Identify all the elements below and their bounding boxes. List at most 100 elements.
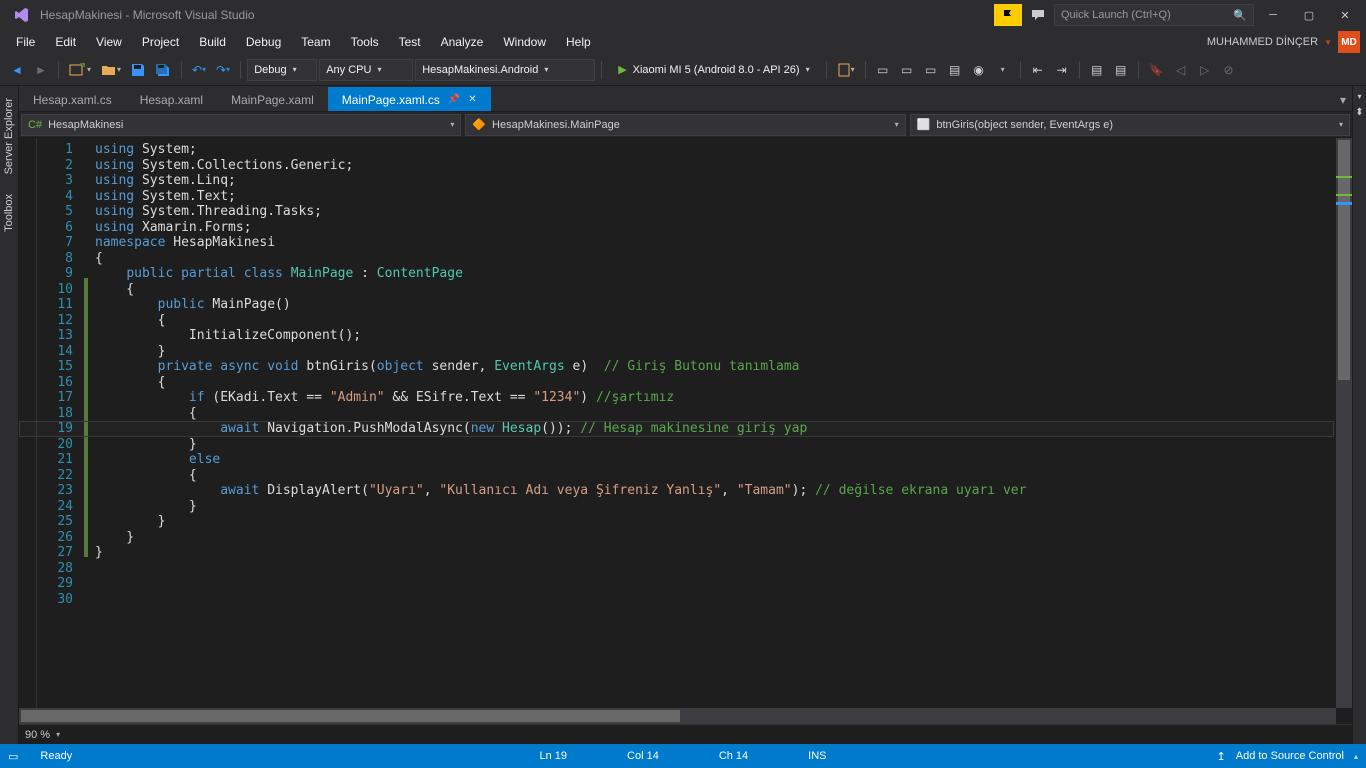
separator — [1138, 61, 1139, 79]
split-icon[interactable]: ⬍ — [1355, 107, 1363, 118]
nav-back-button[interactable]: ◄ — [6, 59, 28, 81]
window-layout-icon[interactable]: ▭ — [8, 750, 18, 763]
tbx2-icon[interactable]: ▭ — [896, 59, 918, 81]
breakpoint-margin[interactable] — [19, 138, 37, 708]
menu-team[interactable]: Team — [291, 32, 340, 52]
doc-tab[interactable]: MainPage.xaml — [217, 87, 328, 111]
indent-out-icon[interactable]: ⇤ — [1027, 59, 1049, 81]
editor-zone: Hesap.xaml.csHesap.xamlMainPage.xamlMain… — [19, 86, 1352, 744]
close-tab-icon[interactable]: ✕ — [468, 94, 476, 105]
start-debug-button[interactable]: ▶Xiaomi MI 5 (Android 8.0 - API 26)▾ — [608, 59, 819, 81]
csharp-project-icon: C# — [28, 119, 42, 131]
separator — [1020, 61, 1021, 79]
statusbar: ▭ Ready Ln 19 Col 14 Ch 14 INS ↥ Add to … — [0, 744, 1366, 768]
nav-fwd-button[interactable]: ► — [30, 59, 52, 81]
vertical-scrollbar[interactable] — [1336, 138, 1352, 708]
user-name: MUHAMMED DİNÇER — [1207, 36, 1318, 48]
user-area[interactable]: MUHAMMED DİNÇER ▼ MD — [1207, 31, 1360, 53]
maximize-button[interactable]: ▢ — [1292, 2, 1326, 28]
horizontal-scrollbar[interactable] — [19, 708, 1336, 724]
nav-member-dropdown[interactable]: ⬜btnGiris(object sender, EventArgs e)▾ — [910, 114, 1350, 136]
device-icon[interactable]: ▾ — [833, 59, 859, 81]
toolbar: ◄ ► ▾ ▾ ↶▾ ↷▾ Debug▾ Any CPU▾ HesapMakin… — [0, 54, 1366, 86]
menu-file[interactable]: File — [6, 32, 45, 52]
scroll-caret-marker — [1336, 202, 1352, 205]
doc-tab[interactable]: MainPage.xaml.cs 📌 ✕ — [328, 87, 491, 111]
side-tab-toolbox[interactable]: Toolbox — [0, 184, 18, 242]
tbx3-icon[interactable]: ▭ — [920, 59, 942, 81]
uncomment-icon[interactable]: ▤ — [1110, 59, 1132, 81]
bookmark-icon[interactable]: 🔖 — [1145, 59, 1168, 81]
menubar: FileEditViewProjectBuildDebugTeamToolsTe… — [0, 30, 1366, 54]
nav-class-dropdown[interactable]: 🔶HesapMakinesi.MainPage▾ — [465, 114, 905, 136]
menu-view[interactable]: View — [86, 32, 132, 52]
menu-window[interactable]: Window — [493, 32, 556, 52]
menu-test[interactable]: Test — [389, 32, 431, 52]
redo-button[interactable]: ↷▾ — [212, 59, 234, 81]
undo-button[interactable]: ↶▾ — [188, 59, 210, 81]
document-tabs: Hesap.xaml.csHesap.xamlMainPage.xamlMain… — [19, 86, 1352, 112]
class-icon: 🔶 — [472, 118, 486, 131]
startup-project-dropdown[interactable]: HesapMakinesi.Android▾ — [415, 59, 595, 81]
menu-debug[interactable]: Debug — [236, 32, 291, 52]
pin-icon[interactable]: 📌 — [448, 94, 460, 105]
zoom-level[interactable]: 90 % — [25, 729, 50, 741]
comment-icon[interactable]: ▤ — [1086, 59, 1108, 81]
search-icon: 🔍 — [1233, 9, 1247, 22]
feedback-icon[interactable] — [1024, 4, 1052, 26]
menu-project[interactable]: Project — [132, 32, 189, 52]
doc-tab-label: MainPage.xaml.cs — [342, 93, 440, 107]
publish-icon[interactable]: ↥ — [1217, 750, 1226, 763]
menu-tools[interactable]: Tools — [341, 32, 389, 52]
bm-prev-icon[interactable]: ◁ — [1170, 59, 1192, 81]
tbx6-icon[interactable]: ▾ — [992, 59, 1014, 81]
save-button[interactable] — [127, 59, 149, 81]
zoom-bar: 90 % ▾ — [19, 724, 1352, 744]
side-tab-server-explorer[interactable]: Server Explorer — [0, 88, 18, 184]
indent-in-icon[interactable]: ⇥ — [1051, 59, 1073, 81]
tbx1-icon[interactable]: ▭ — [872, 59, 894, 81]
separator — [601, 61, 602, 79]
separator — [826, 61, 827, 79]
save-all-button[interactable] — [151, 59, 175, 81]
doc-tab[interactable]: Hesap.xaml — [126, 87, 217, 111]
quick-launch-placeholder: Quick Launch (Ctrl+Q) — [1061, 9, 1171, 21]
notification-flag-icon[interactable] — [994, 4, 1022, 26]
separator — [58, 61, 59, 79]
separator — [240, 61, 241, 79]
code-text[interactable]: using System;using System.Collections.Ge… — [89, 138, 1352, 708]
open-file-button[interactable]: ▾ — [97, 59, 125, 81]
bm-next-icon[interactable]: ▷ — [1194, 59, 1216, 81]
close-button[interactable]: ✕ — [1328, 2, 1362, 28]
menu-build[interactable]: Build — [189, 32, 236, 52]
user-badge[interactable]: MD — [1338, 31, 1360, 53]
chevron-down-icon: ▾ — [895, 120, 899, 129]
tbx4-icon[interactable]: ▤ — [944, 59, 966, 81]
menu-help[interactable]: Help — [556, 32, 601, 52]
solution-platform-dropdown[interactable]: Any CPU▾ — [319, 59, 413, 81]
bm-clear-icon[interactable]: ⊘ — [1218, 59, 1240, 81]
minimize-button[interactable]: ─ — [1256, 2, 1290, 28]
menu-edit[interactable]: Edit — [45, 32, 86, 52]
vs-logo-icon — [12, 5, 32, 25]
tbx5-icon[interactable]: ◉ — [968, 59, 990, 81]
doc-tab-label: Hesap.xaml — [140, 93, 203, 107]
chevron-down-icon: ▼ — [1324, 38, 1332, 47]
chevron-down-icon[interactable]: ▾ — [56, 730, 60, 739]
chevron-up-icon[interactable]: ▴ — [1354, 752, 1358, 761]
status-col: Col 14 — [627, 750, 659, 762]
main-area: Server Explorer Toolbox Hesap.xaml.cs Hes… — [0, 86, 1366, 744]
quick-launch-input[interactable]: Quick Launch (Ctrl+Q) 🔍 — [1054, 4, 1254, 26]
chevron-down-icon[interactable]: ▾ — [1357, 92, 1361, 101]
scrollbar-thumb[interactable] — [21, 710, 680, 722]
separator — [865, 61, 866, 79]
status-ins: INS — [808, 750, 826, 762]
doc-tab[interactable]: Hesap.xaml.cs — [19, 87, 126, 111]
solution-config-dropdown[interactable]: Debug▾ — [247, 59, 317, 81]
source-control-button[interactable]: Add to Source Control — [1236, 750, 1344, 762]
tab-overflow-icon[interactable]: ▾ — [1334, 87, 1352, 111]
nav-project-dropdown[interactable]: C#HesapMakinesi▾ — [21, 114, 461, 136]
menu-analyze[interactable]: Analyze — [431, 32, 494, 52]
new-project-button[interactable]: ▾ — [65, 59, 95, 81]
code-editor[interactable]: 1234567891011121314151617181920212223242… — [19, 138, 1352, 708]
